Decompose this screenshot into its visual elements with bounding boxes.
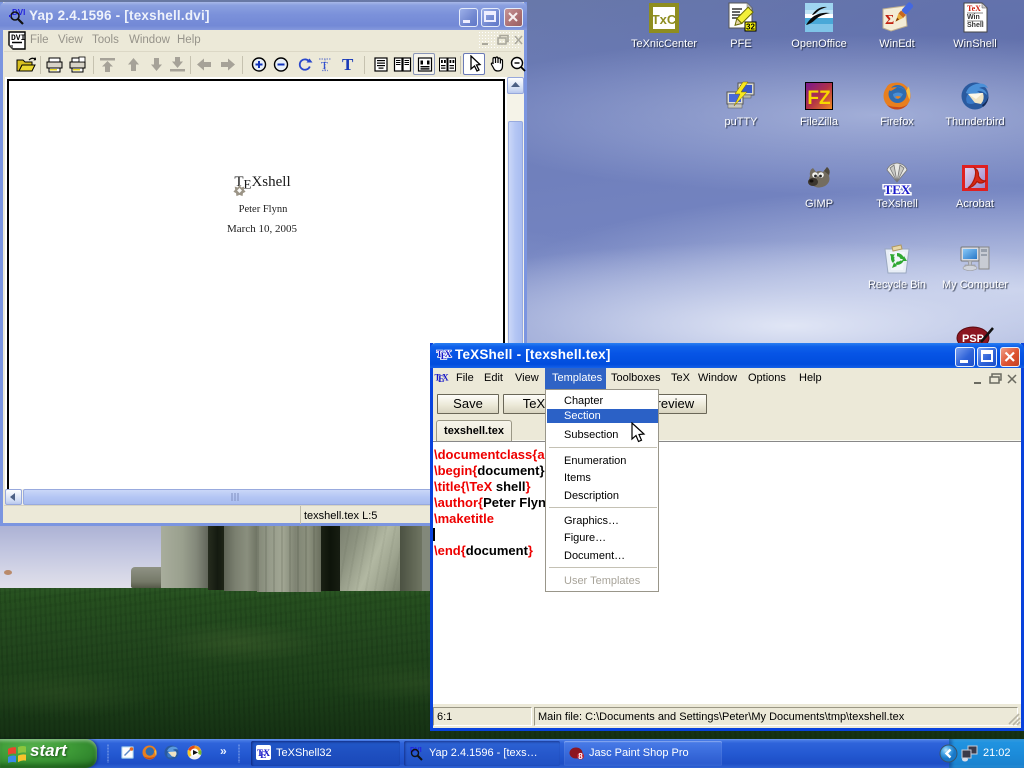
svg-text:Σ: Σ: [885, 13, 894, 28]
svg-text:8: 8: [578, 752, 583, 761]
svg-text:T: T: [321, 60, 328, 72]
svg-text:32: 32: [746, 23, 755, 32]
svg-text:TEX: TEX: [884, 182, 911, 197]
svg-text:FZ: FZ: [807, 88, 831, 109]
svg-text:T: T: [342, 55, 354, 73]
svg-text:Win: Win: [967, 14, 980, 21]
svg-text:TEX: TEX: [434, 372, 449, 384]
svg-text:Shell: Shell: [967, 22, 984, 29]
svg-text:TeX: TeX: [967, 4, 981, 13]
svg-text:TEX: TEX: [437, 350, 452, 362]
svg-text:TxC: TxC: [652, 12, 677, 27]
svg-text:DVI: DVI: [11, 34, 26, 43]
